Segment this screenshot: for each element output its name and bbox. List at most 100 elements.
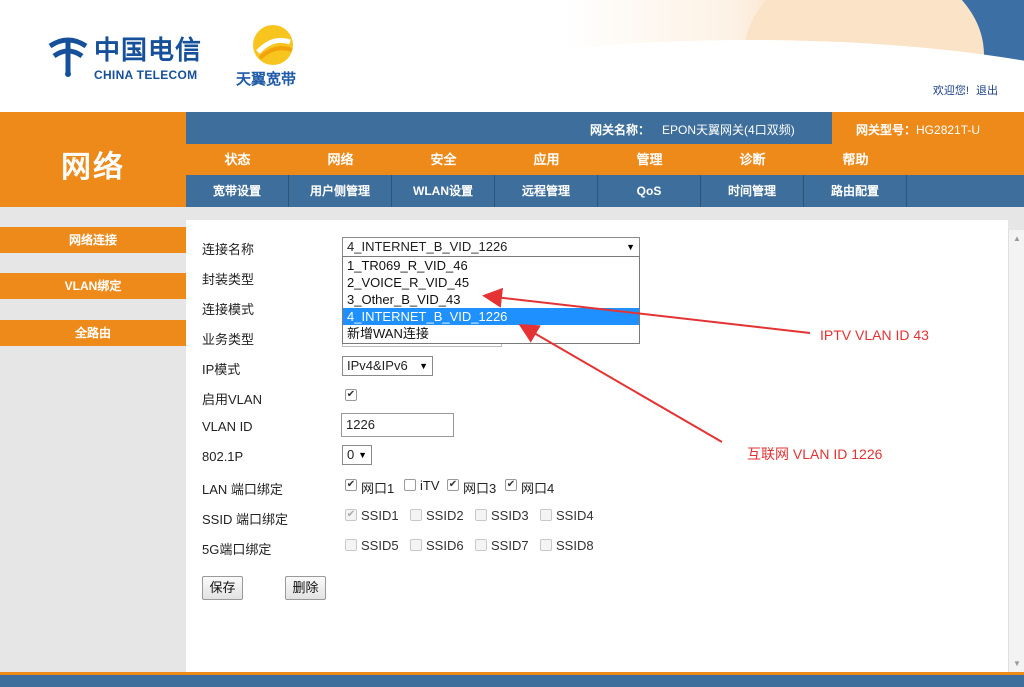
gateway-model-label: 网关型号：: [856, 123, 917, 137]
tab-lan-management[interactable]: 用户侧管理: [289, 175, 392, 207]
gateway-name-label: 网关名称：: [590, 123, 651, 137]
chevron-down-icon: ▼: [626, 242, 635, 252]
main-nav-help[interactable]: 帮助: [804, 144, 907, 175]
main-nav-status[interactable]: 状态: [186, 144, 289, 175]
ssid4-checkbox[interactable]: [540, 509, 552, 521]
lan-bind-label: LAN 端口绑定: [202, 482, 283, 497]
dropdown-option[interactable]: 2_VOICE_R_VID_45: [343, 274, 639, 291]
conn-name-selected: 4_INTERNET_B_VID_1226: [347, 239, 508, 254]
main-nav-application[interactable]: 应用: [495, 144, 598, 175]
ssid1-label: SSID1: [361, 508, 399, 523]
encap-type-label: 封装类型: [202, 272, 255, 287]
sidebar-item-full-routing[interactable]: 全路由: [0, 320, 186, 346]
iptv-annotation: IPTV VLAN ID 43: [820, 327, 929, 343]
tianyi-sun-icon: [253, 25, 293, 65]
ssid5-label: SSID5: [361, 538, 399, 553]
main-nav-security[interactable]: 安全: [392, 144, 495, 175]
logout-link[interactable]: 退出: [976, 85, 998, 97]
dropdown-option[interactable]: 新增WAN连接: [343, 325, 639, 342]
ssid7-label: SSID7: [491, 538, 529, 553]
vlan-id-label: VLAN ID: [202, 419, 253, 434]
ip-mode-value: IPv4&IPv6: [347, 358, 408, 373]
vlan-enable-label: 启用VLAN: [202, 392, 262, 407]
lan-port-itv-label: iTV: [420, 478, 440, 493]
lan-port-itv-checkbox[interactable]: [404, 479, 416, 491]
chevron-down-icon: ▼: [358, 450, 367, 460]
gateway-info-bar: 网关名称： EPON天翼网关(4口双频) 网关型号：HG2821T-U: [186, 112, 1024, 144]
tab-wlan-settings[interactable]: WLAN设置: [392, 175, 495, 207]
welcome-text: 欢迎您!: [932, 85, 969, 97]
lan-port-1-label: 网口1: [361, 481, 395, 496]
tab-route-config[interactable]: 路由配置: [804, 175, 907, 207]
tab-remote-management[interactable]: 远程管理: [495, 175, 598, 207]
sub-nav: 宽带设置 用户侧管理 WLAN设置 远程管理 QoS 时间管理 路由配置: [186, 175, 1024, 207]
ssid3-label: SSID3: [491, 508, 529, 523]
lan-port-4-checkbox[interactable]: ✔: [505, 479, 517, 491]
section-title: 网络: [61, 150, 125, 185]
tianyi-text: 天翼宽带: [236, 71, 297, 88]
conn-name-dropdown: 1_TR069_R_VID_46 2_VOICE_R_VID_45 3_Othe…: [342, 256, 640, 344]
ssid2-checkbox[interactable]: [410, 509, 422, 521]
lan-port-1-checkbox[interactable]: ✔: [345, 479, 357, 491]
tab-time-management[interactable]: 时间管理: [701, 175, 804, 207]
footer-bar: [0, 672, 1024, 687]
service-type-label: 业务类型: [202, 332, 255, 347]
scroll-down-icon[interactable]: ▼: [1013, 659, 1021, 668]
china-telecom-emblem-icon: [48, 37, 88, 77]
tab-broadband-settings[interactable]: 宽带设置: [186, 175, 289, 207]
ssid-bind-label: SSID 端口绑定: [202, 512, 288, 527]
conn-mode-label: 连接模式: [202, 302, 255, 317]
gateway-name-value: EPON天翼网关(4口双频): [662, 123, 795, 137]
ssid7-checkbox[interactable]: [475, 539, 487, 551]
scroll-up-icon[interactable]: ▲: [1013, 234, 1021, 243]
logo-cn-text: 中国电信: [94, 36, 203, 66]
sidebar-item-vlan-binding[interactable]: VLAN绑定: [0, 273, 186, 299]
content-scrollbar[interactable]: ▲ ▼: [1008, 230, 1024, 672]
main-nav-network[interactable]: 网络: [289, 144, 392, 175]
lan-port-4-label: 网口4: [521, 481, 555, 496]
logo-en-text: CHINA TELECOM: [94, 68, 198, 82]
ssid5g-bind-label: 5G端口绑定: [202, 542, 272, 557]
main-nav-diagnosis[interactable]: 诊断: [701, 144, 804, 175]
vlan-enable-checkbox[interactable]: ✔: [345, 389, 357, 401]
tianyi-broadband-logo: 天翼宽带: [236, 22, 316, 88]
main-nav: 状态 网络 安全 应用 管理 诊断 帮助: [186, 144, 1024, 175]
ssid5-checkbox[interactable]: [345, 539, 357, 551]
dropdown-option-selected[interactable]: 4_INTERNET_B_VID_1226: [343, 308, 639, 325]
welcome-area: 欢迎您! 退出: [933, 82, 998, 98]
dot1p-select[interactable]: 0 ▼: [342, 445, 372, 465]
ssid3-checkbox[interactable]: [475, 509, 487, 521]
ssid1-checkbox[interactable]: ✔: [345, 509, 357, 521]
ip-mode-select[interactable]: IPv4&IPv6 ▼: [342, 356, 433, 376]
chevron-down-icon: ▼: [419, 361, 428, 371]
delete-button[interactable]: 删除: [285, 576, 326, 600]
lan-port-3-label: 网口3: [463, 481, 497, 496]
ip-mode-label: IP模式: [202, 362, 241, 377]
internet-annotation: 互联网 VLAN ID 1226: [747, 446, 883, 462]
ssid6-label: SSID6: [426, 538, 464, 553]
china-telecom-logo: 中国电信 CHINA TELECOM: [44, 28, 214, 88]
conn-name-select[interactable]: 4_INTERNET_B_VID_1226 ▼: [342, 237, 640, 257]
gateway-model: 网关型号：HG2821T-U: [832, 112, 1024, 144]
dropdown-option[interactable]: 3_Other_B_VID_43: [343, 291, 639, 308]
top-header: 中国电信 CHINA TELECOM 天翼宽带 欢迎您! 退出: [0, 0, 1024, 112]
ssid8-checkbox[interactable]: [540, 539, 552, 551]
dot1p-label: 802.1P: [202, 449, 244, 464]
ssid2-label: SSID2: [426, 508, 464, 523]
lan-port-3-checkbox[interactable]: ✔: [447, 479, 459, 491]
dropdown-option[interactable]: 1_TR069_R_VID_46: [343, 257, 639, 274]
conn-name-label: 连接名称: [202, 242, 255, 257]
ssid6-checkbox[interactable]: [410, 539, 422, 551]
gateway-name: 网关名称： EPON天翼网关(4口双频): [590, 121, 795, 138]
header-swoosh: [300, 40, 1024, 112]
ssid8-label: SSID8: [556, 538, 594, 553]
main-nav-management[interactable]: 管理: [598, 144, 701, 175]
gateway-model-value: HG2821T-U: [916, 123, 981, 137]
vlan-id-input[interactable]: 1226: [341, 413, 454, 437]
ssid4-label: SSID4: [556, 508, 594, 523]
section-title-block: 网络: [0, 112, 186, 207]
tab-qos[interactable]: QoS: [598, 175, 701, 207]
sidebar-item-network-connection[interactable]: 网络连接: [0, 227, 186, 253]
save-button[interactable]: 保存: [202, 576, 243, 600]
dot1p-value: 0: [347, 447, 355, 462]
